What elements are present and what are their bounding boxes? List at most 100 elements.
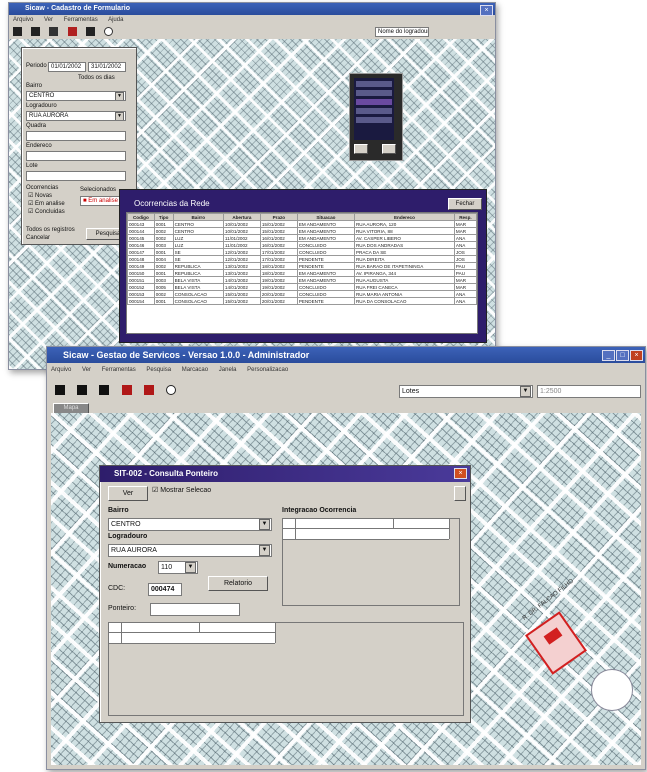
field1-select[interactable]: CENTRO ▼ [26, 91, 126, 101]
top-menu-view[interactable]: Ver [44, 17, 53, 23]
chevron-down-icon[interactable]: ▼ [259, 545, 270, 556]
field2-select[interactable]: RUA AURORA ▼ [26, 111, 126, 121]
identify-icon[interactable] [85, 27, 95, 37]
col-prazo[interactable]: Prazo [259, 213, 298, 221]
ver-button[interactable]: Ver [108, 486, 148, 501]
menu-janela[interactable]: Janela [219, 367, 237, 373]
layer-icon[interactable] [121, 385, 132, 395]
table-row[interactable]: 000149 0002 REPUBLICA 13/01/2002 18/01/2002 P… [127, 262, 477, 270]
menu-arquivo[interactable]: Arquivo [51, 367, 71, 373]
table-row[interactable]: 000150 0001 REPUBLICA 13/01/2002 18/01/2002 E… [127, 269, 477, 277]
hidrometro-field[interactable] [150, 603, 240, 616]
zoom-icon[interactable] [77, 385, 88, 395]
table-cell: CONCLUIDO [296, 283, 355, 291]
table-cell: REPUBLICA [172, 269, 224, 277]
table-row[interactable]: 000144 0002 CENTRO 10/01/2002 15/01/2002 EM A… [127, 227, 477, 235]
ocorrencias-label: Integracao Ocorrencia [282, 507, 357, 514]
table-row[interactable]: 000146 0003 LUZ 11/01/2002 16/01/2002 CONCLUI… [127, 241, 477, 249]
menu-ver[interactable]: Ver [82, 367, 91, 373]
table-cell: 19/01/2002 [259, 283, 298, 291]
cancel-link[interactable]: Cancelar [26, 234, 50, 242]
chevron-down-icon[interactable]: ▼ [185, 562, 196, 573]
layer-combo[interactable]: Lotes ▼ [399, 385, 533, 398]
minimize-button[interactable]: _ [602, 350, 615, 361]
zoom-icon[interactable] [31, 27, 41, 37]
menu-ferramentas[interactable]: Ferramentas [102, 367, 136, 373]
bottom-title-bar: Sicaw - Gestao de Servicos - Versao 1.0.… [47, 347, 645, 363]
pan-icon[interactable] [49, 27, 59, 37]
top-menu-tools[interactable]: Ferramentas [64, 17, 98, 23]
table-row[interactable]: 000143 0001 CENTRO 10/01/2002 15/01/2002 EM A… [127, 220, 477, 228]
show-selection-checkbox[interactable]: ☑ Mostrar Selecao [152, 486, 211, 496]
table-row[interactable]: 000152 0005 BELA VISTA 14/01/2002 19/01/2002… [127, 283, 477, 291]
col-tipo[interactable]: Tipo [153, 213, 174, 221]
table-cell: MAR [453, 227, 477, 235]
col-endereco[interactable]: Endereco [353, 213, 455, 221]
field5-input[interactable] [26, 171, 126, 181]
table-row[interactable]: 000153 0002 CONSOLACAO 15/01/2002 20/01/2002… [127, 290, 477, 298]
chevron-down-icon[interactable]: ▼ [520, 386, 531, 397]
field4-input[interactable] [26, 151, 126, 161]
chevron-down-icon[interactable]: ▼ [259, 519, 270, 530]
select-icon[interactable] [13, 27, 22, 37]
logradouro-select[interactable]: RUA AURORA ▼ [108, 544, 272, 557]
table-row[interactable]: 000151 0003 BELA VISTA 14/01/2002 19/01/2002… [127, 276, 477, 284]
table-cell: REPUBLICA [172, 262, 224, 270]
compass-icon[interactable] [166, 385, 177, 395]
bairro-select[interactable]: CENTRO ▼ [108, 518, 272, 531]
maximize-button[interactable]: □ [616, 350, 629, 361]
scale-field[interactable]: 1:2500 [537, 385, 641, 398]
table-row[interactable]: 000154 0001 CONSOLACAO 15/01/2002 20/01/2002… [127, 297, 477, 305]
legend-next-button[interactable] [382, 144, 396, 154]
all-records-label[interactable]: Todos os registros [26, 226, 75, 234]
relatorio-button[interactable]: Relatorio [208, 576, 268, 591]
dialog-close-button[interactable]: × [454, 468, 467, 479]
col-resp[interactable]: Resp. [453, 213, 477, 221]
hidrometro-grid[interactable] [108, 622, 464, 716]
legend-prev-button[interactable] [354, 144, 368, 154]
top-menu-file[interactable]: Arquivo [13, 17, 33, 23]
col-bairro[interactable]: Bairro [172, 213, 224, 221]
layer-icon[interactable] [67, 27, 77, 37]
bairro-label: Bairro [108, 507, 129, 514]
menu-pesquisa[interactable]: Pesquisa [146, 367, 171, 373]
table-cell: CONSOLACAO [172, 290, 224, 298]
top-menu-bar: Arquivo Ver Ferramentas Ajuda [9, 15, 495, 25]
table-row[interactable]: 000145 0002 LUZ 11/01/2002 16/01/2002 EM ANDA… [127, 234, 477, 242]
all-days-checkbox[interactable]: Todos os dias [78, 74, 115, 82]
col-abertura[interactable]: Abertura [222, 213, 261, 221]
check-analise[interactable]: ☑ Em analise [28, 200, 65, 208]
menu-marcacao[interactable]: Marcacao [182, 367, 208, 373]
check-concluidas[interactable]: ☑ Concluidas [28, 208, 65, 216]
select-icon[interactable] [55, 385, 65, 395]
table-cell: 15/01/2002 [259, 227, 298, 235]
table-cell: RUA AURORA, 120 [353, 220, 455, 228]
dialog-side-button[interactable] [454, 486, 466, 501]
cdc-field[interactable]: 000474 [148, 583, 182, 596]
table-row[interactable]: 000147 0001 SE 12/01/2002 17/01/2002 CONCLUID… [127, 248, 477, 256]
chevron-down-icon[interactable]: ▼ [115, 112, 124, 120]
period-to-field[interactable]: 31/01/2002 [88, 62, 126, 72]
records-table: Codigo Tipo Bairro Abertura Prazo Situac… [126, 212, 478, 334]
menu-personalizacao[interactable]: Personalizacao [247, 367, 288, 373]
top-menu-help[interactable]: Ajuda [108, 17, 123, 23]
top-search-field[interactable]: Nome do logradouro [375, 27, 429, 37]
period-from-field[interactable]: 01/01/2002 [48, 62, 86, 72]
col-situacao[interactable]: Situacao [296, 213, 355, 221]
compass-icon[interactable] [104, 27, 114, 37]
field3-input[interactable] [26, 131, 126, 141]
table-row[interactable]: 000148 0004 SE 12/01/2002 17/01/2002 PENDENTE… [127, 255, 477, 263]
identify-icon[interactable] [143, 385, 154, 395]
close-button[interactable]: × [630, 350, 643, 361]
ocorrencias-grid[interactable] [282, 518, 460, 606]
records-close-button[interactable]: Fechar [448, 198, 482, 210]
col-codigo[interactable]: Codigo [127, 213, 155, 221]
numeracao-select[interactable]: 110 ▼ [158, 561, 198, 574]
numeracao-label: Numeracao [108, 563, 147, 570]
check-novas[interactable]: ☑ Novas [28, 192, 52, 200]
table-cell: 0002 [153, 234, 174, 242]
pan-icon[interactable] [99, 385, 110, 395]
table-cell: CENTRO [172, 220, 224, 228]
chevron-down-icon[interactable]: ▼ [115, 92, 124, 100]
hidrometro-label: Ponteiro: [108, 605, 137, 612]
